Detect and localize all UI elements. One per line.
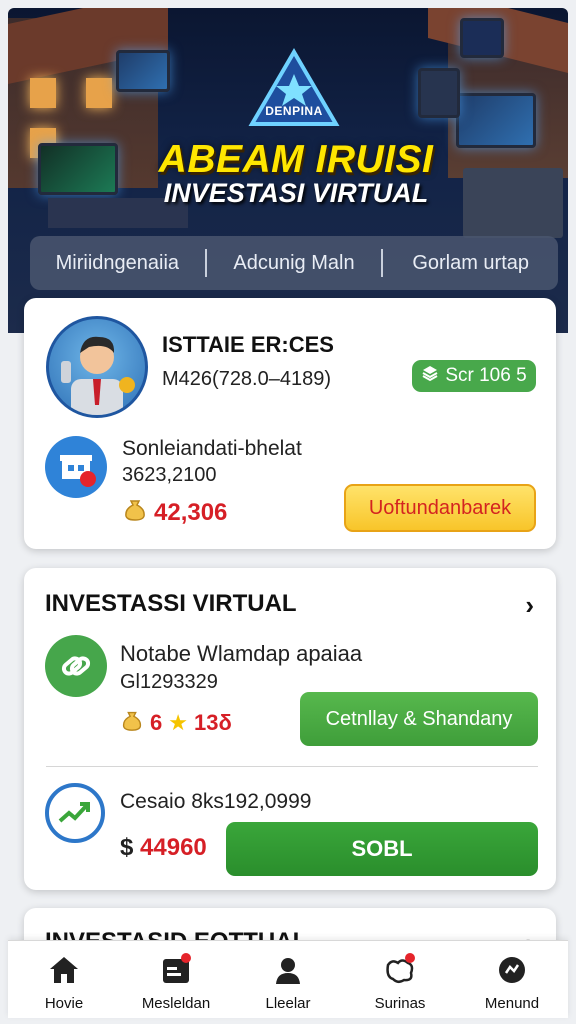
profile-code: M426(728.0–4189)	[162, 368, 332, 390]
investment-item-title: Cesaio 8ks192,0999	[120, 790, 312, 813]
shop-icon	[45, 436, 107, 498]
chevron-right-icon[interactable]: ›	[525, 590, 534, 621]
shop-label: Sonleiandati-bhelat	[122, 437, 302, 460]
layers-icon	[421, 364, 439, 388]
price-value: 44960	[140, 834, 207, 861]
investment-item-title: Notabe Wlamdap apaiaa	[120, 641, 363, 666]
map-icon	[383, 953, 417, 987]
coin-balance: 42,306	[122, 496, 227, 529]
investment-card: INVESTASSI VIRTUAL › Notabe Wlamdap apai…	[24, 568, 556, 890]
investment-price: $ 44960	[120, 834, 207, 862]
trend-chart-icon	[45, 783, 105, 843]
link-icon	[45, 635, 107, 697]
divider	[46, 766, 538, 767]
hero-title: ABEAM IRUISI	[158, 138, 434, 181]
score-suffix: 13δ	[193, 710, 232, 735]
hero-nav-item[interactable]: Miriidngenaiia	[30, 252, 205, 275]
hero-banner: DENPINA ABEAM IRUISI INVESTASI VIRTUAL M…	[8, 8, 568, 333]
monitor-illustration	[418, 68, 460, 118]
score-prefix: 6	[150, 710, 163, 735]
user-icon	[271, 953, 305, 987]
notification-dot	[181, 953, 191, 963]
nav-item-menu[interactable]: Menund	[456, 941, 568, 1018]
coin-value: 42,306	[154, 498, 228, 526]
nav-item-user[interactable]: Lleelar	[232, 941, 344, 1018]
calendar-icon	[159, 953, 193, 987]
upgrade-button[interactable]: Uoftundanbarek	[344, 484, 536, 532]
profile-card: ISTTAIE ER:CES M426(728.0–4189) Scr 106 …	[24, 298, 556, 549]
sell-button[interactable]: SOBL	[226, 822, 538, 876]
brand-logo: DENPINA	[248, 48, 340, 128]
shop-value: 3623,2100	[122, 464, 217, 486]
score-badge-label: Scr 106 5	[445, 365, 527, 386]
bottom-nav-bar: Hovie Mesleldan Lleelar Surinas Menund	[8, 940, 568, 1018]
monitor-illustration	[116, 50, 170, 92]
coin-bag-icon	[120, 708, 144, 738]
nav-label: Mesleldan	[141, 995, 211, 1012]
hero-nav-bar: Miriidngenaiia Adcunig Maln Gorlam urtap	[30, 236, 558, 290]
invest-action-button[interactable]: Cetnllay & Shandany	[300, 692, 538, 746]
nav-item-map[interactable]: Surinas	[344, 941, 456, 1018]
hero-subtitle: INVESTASI VIRTUAL	[163, 178, 429, 208]
hero-nav-item[interactable]: Adcunig Maln	[207, 252, 382, 275]
nav-label: Menund	[484, 995, 540, 1012]
hero-nav-item[interactable]: Gorlam urtap	[383, 252, 558, 275]
investment-item-score: 6 ★ 13δ	[120, 708, 232, 738]
profile-name: ISTTAIE ER:CES	[162, 332, 334, 357]
score-badge[interactable]: Scr 106 5	[412, 360, 536, 392]
avatar[interactable]	[46, 316, 148, 418]
nav-item-home[interactable]: Hovie	[8, 941, 120, 1018]
investment-item-code: Gl1293329	[120, 671, 218, 693]
notification-dot	[405, 953, 415, 963]
logo-text: DENPINA	[265, 104, 323, 118]
coin-bag-icon	[122, 496, 148, 529]
nav-label: Hovie	[44, 995, 84, 1012]
star-icon: ★	[168, 710, 188, 735]
section-title: INVESTASSI VIRTUAL	[45, 590, 297, 617]
nav-label: Surinas	[374, 995, 426, 1012]
home-icon	[47, 953, 81, 987]
nav-item-messages[interactable]: Mesleldan	[120, 941, 232, 1018]
menu-icon	[495, 953, 529, 987]
nav-label: Lleelar	[265, 995, 311, 1012]
currency-symbol: $	[120, 834, 134, 861]
monitor-illustration	[460, 18, 504, 58]
